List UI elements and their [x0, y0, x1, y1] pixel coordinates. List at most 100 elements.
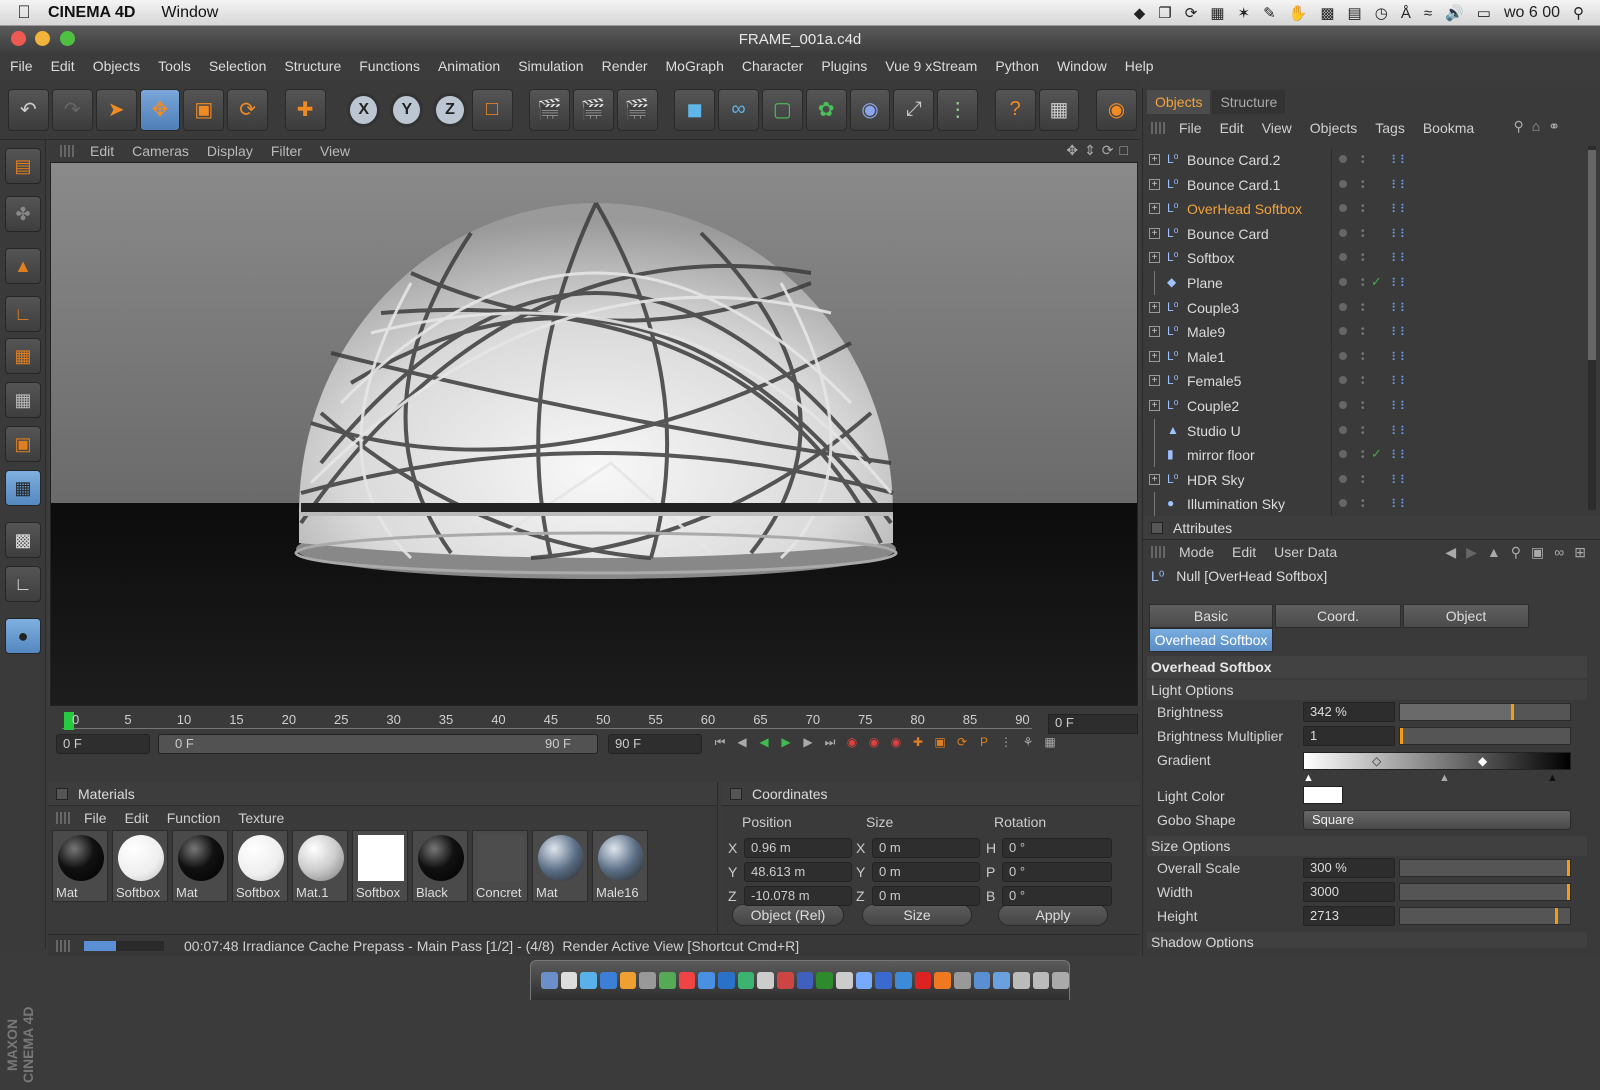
render-dot[interactable]: • •	[1361, 153, 1367, 168]
objects-menu-objects[interactable]: Objects	[1310, 120, 1357, 136]
polygons-icon[interactable]: ▣	[5, 426, 41, 462]
material-swatch[interactable]: Mat	[52, 830, 108, 902]
objects-menu-file[interactable]: File	[1179, 120, 1202, 136]
viewport-menu-edit[interactable]: Edit	[90, 143, 114, 159]
pla-key-icon[interactable]: ⋮	[996, 732, 1016, 752]
materials-menu-edit[interactable]: Edit	[125, 810, 149, 826]
forward-icon[interactable]: ▶	[1466, 544, 1477, 561]
viewport-icon[interactable]: ✤	[5, 196, 41, 232]
object-row[interactable]: + L⁰ Bounce Card.1 • • ⠇⠇	[1149, 172, 1593, 197]
current-frame-field[interactable]: 0 F	[1048, 714, 1138, 734]
render-dot[interactable]: • •	[1361, 399, 1367, 414]
tag-icon[interactable]: ⠇⠇	[1391, 227, 1409, 241]
dock-app-icon[interactable]	[757, 972, 775, 989]
multiplier-field[interactable]: 1	[1303, 726, 1395, 746]
up-icon[interactable]: ▲	[1487, 544, 1501, 561]
tag-icon[interactable]: ⠇⠇	[1391, 374, 1409, 388]
dock-app-icon[interactable]	[796, 972, 814, 989]
scene-icon[interactable]: ⤢	[893, 88, 935, 131]
keyframe-selection-icon[interactable]: ◉	[886, 732, 906, 752]
position-y-field[interactable]: 48.613 m	[744, 862, 852, 882]
expand-icon[interactable]: +	[1149, 252, 1160, 264]
tag-icon[interactable]: ⠇⠇	[1391, 178, 1409, 192]
dock-app-icon[interactable]	[914, 972, 932, 989]
tag-icon[interactable]: ⠇⠇	[1391, 276, 1409, 290]
tag-icon[interactable]: ⠇⠇	[1391, 301, 1409, 315]
menu-tools[interactable]: Tools	[158, 58, 191, 74]
battery-icon[interactable]: ▭	[1477, 4, 1491, 22]
viewport-menu-cameras[interactable]: Cameras	[132, 143, 189, 159]
viewport-menu-view[interactable]: View	[320, 143, 350, 159]
section-light-options[interactable]: Light Options	[1147, 680, 1587, 700]
dock-app-icon[interactable]	[600, 972, 617, 989]
menu-vue-9-xstream[interactable]: Vue 9 xStream	[885, 58, 977, 74]
tab-coord[interactable]: Coord.	[1275, 604, 1401, 628]
dock-app-icon[interactable]	[737, 972, 755, 989]
zoom-button[interactable]	[60, 31, 75, 46]
tag-icon[interactable]: ⠇⠇	[1391, 202, 1409, 216]
dock-app-icon[interactable]	[1052, 972, 1070, 989]
dock-app-icon[interactable]	[777, 972, 794, 989]
coordinate-system-icon[interactable]: □	[471, 88, 513, 131]
web-icon[interactable]: ◉	[1096, 88, 1137, 131]
visibility-dot[interactable]	[1339, 179, 1347, 188]
visibility-dot[interactable]	[1339, 474, 1347, 483]
tag-icon[interactable]: ⠇⠇	[1391, 473, 1409, 487]
wifi-icon[interactable]: ≈	[1424, 5, 1432, 22]
render-dot[interactable]: • •	[1361, 251, 1367, 266]
material-swatch[interactable]: Mat	[532, 830, 588, 902]
material-swatch[interactable]: Softbox	[352, 830, 408, 902]
layout-icon[interactable]: ▤	[5, 148, 41, 184]
menu-simulation[interactable]: Simulation	[518, 58, 583, 74]
object-row[interactable]: + L⁰ OverHead Softbox • • ⠇⠇	[1149, 197, 1593, 222]
record-icon[interactable]: ◉	[842, 732, 862, 752]
texture-icon[interactable]: ▩	[5, 522, 41, 558]
render-picture-viewer-icon[interactable]: 🎬	[572, 88, 614, 131]
tag-icon[interactable]: ⠇⠇	[1391, 424, 1409, 438]
menu-selection[interactable]: Selection	[209, 58, 267, 74]
rotation-h-field[interactable]: 0 °	[1002, 838, 1112, 858]
viewport[interactable]: Edit Cameras Display Filter View ✥ ⇕ ⟳ □	[48, 140, 1140, 706]
attributes-menu-edit[interactable]: Edit	[1232, 544, 1256, 560]
menu-file[interactable]: File	[10, 58, 33, 74]
section-size-options[interactable]: Size Options	[1147, 836, 1587, 856]
brightness-field[interactable]: 342 %	[1303, 702, 1395, 722]
pan-icon[interactable]: ✥	[1066, 142, 1078, 159]
expand-icon[interactable]: +	[1149, 400, 1160, 411]
render-dot[interactable]: • •	[1361, 448, 1367, 463]
overall-scale-field[interactable]: 300 %	[1303, 858, 1395, 878]
height-slider[interactable]	[1399, 907, 1571, 925]
menu-mograph[interactable]: MoGraph	[666, 58, 724, 74]
spline-icon[interactable]: ∞	[718, 88, 759, 131]
render-dot[interactable]: • •	[1361, 325, 1367, 340]
object-row[interactable]: + L⁰ Bounce Card.2 • • ⠇⠇	[1149, 148, 1593, 172]
expand-icon[interactable]: +	[1149, 203, 1160, 215]
points-icon[interactable]: ▦	[5, 338, 41, 374]
materials-menu-file[interactable]: File	[84, 810, 107, 826]
visibility-dot[interactable]	[1339, 351, 1347, 360]
brightness-slider[interactable]	[1399, 703, 1571, 721]
gobo-dropdown[interactable]: Square	[1303, 810, 1571, 830]
menu-edit[interactable]: Edit	[51, 58, 75, 74]
copy-icon[interactable]: ❐	[1158, 4, 1171, 22]
coordinate-mode-dropdown[interactable]: Object (Rel)	[732, 904, 844, 926]
render-dot[interactable]: • •	[1361, 472, 1367, 487]
parameter-key-icon[interactable]: P	[974, 732, 994, 752]
object-row[interactable]: + L⁰ HDR Sky • • ⠇⠇	[1149, 467, 1593, 492]
viewport-menu-filter[interactable]: Filter	[271, 143, 302, 159]
back-icon[interactable]: ◀	[1445, 544, 1456, 561]
goto-start-icon[interactable]: ⏮	[710, 732, 730, 752]
move-icon[interactable]: ✥	[139, 88, 181, 131]
visibility-dot[interactable]	[1339, 450, 1347, 459]
width-slider[interactable]	[1399, 883, 1571, 901]
size-z-field[interactable]: 0 m	[872, 886, 980, 906]
expand-icon[interactable]: +	[1149, 350, 1160, 362]
dock-app-icon[interactable]	[855, 972, 873, 989]
width-field[interactable]: 3000	[1303, 882, 1395, 902]
display-icon[interactable]: ▤	[1348, 4, 1362, 22]
grip-icon[interactable]	[60, 145, 74, 157]
maximize-icon[interactable]: □	[1120, 142, 1128, 159]
visibility-dot[interactable]	[1339, 155, 1347, 163]
tab-object[interactable]: Object	[1403, 604, 1529, 628]
live-selection-icon[interactable]: ➤	[95, 88, 137, 131]
